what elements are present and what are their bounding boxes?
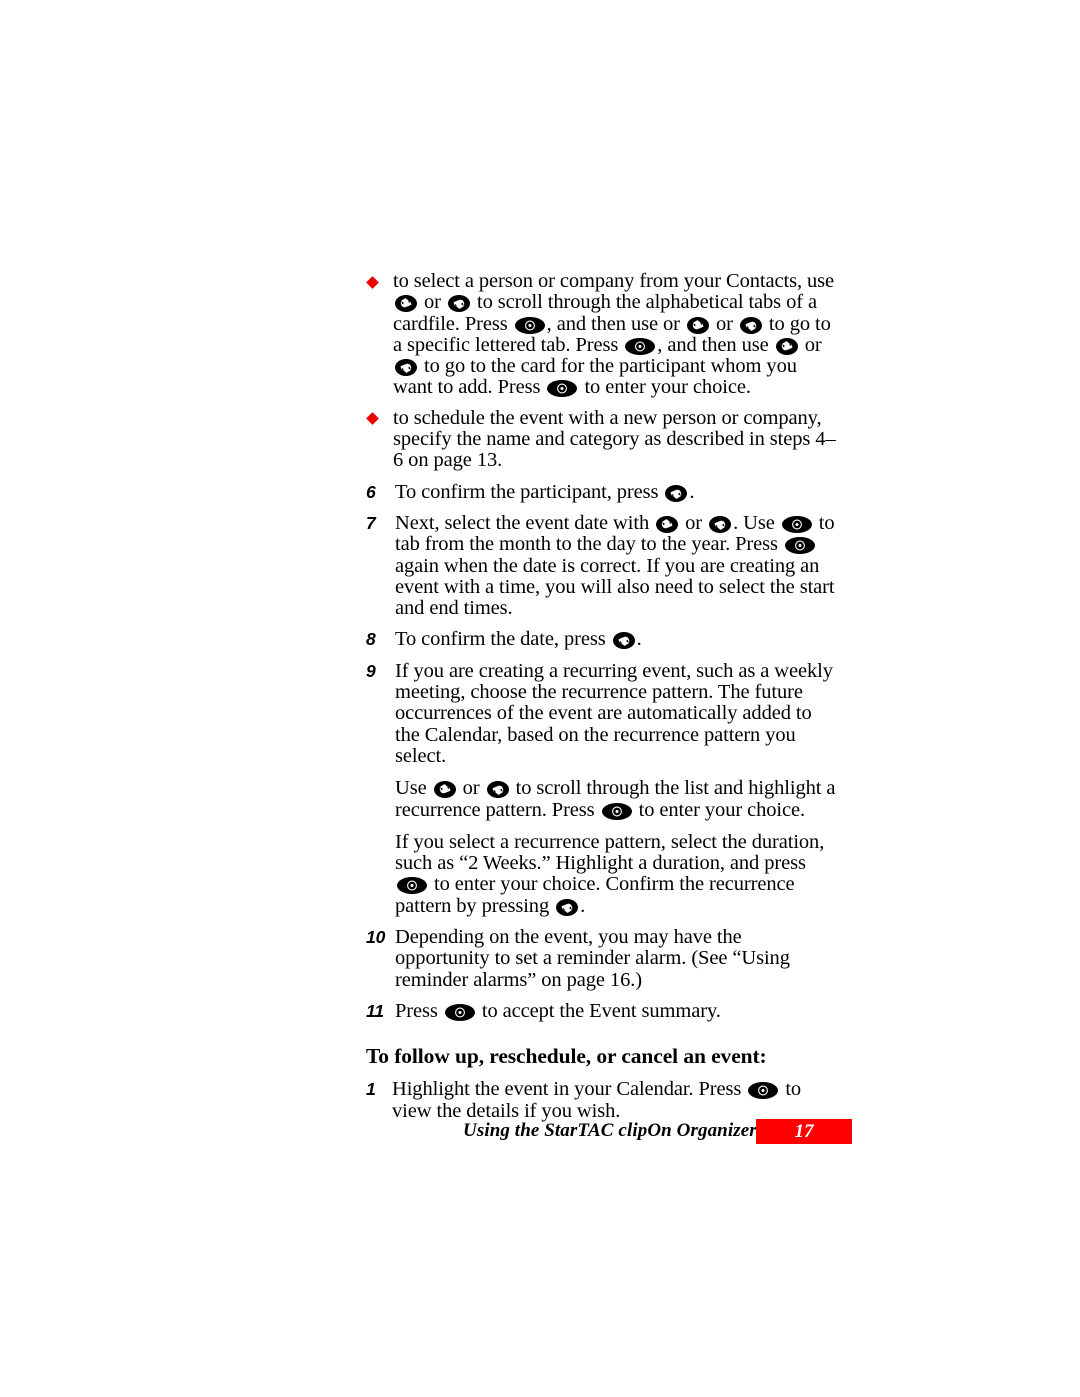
step-number: 8 xyxy=(366,629,376,650)
document-page: to select a person or company from your … xyxy=(0,0,1080,1397)
sub-text-2: or xyxy=(462,777,480,800)
select-enter-key-icon xyxy=(781,515,812,533)
step-11: 11 Press to accept the Event summary. xyxy=(366,999,836,1022)
select-enter-key-icon xyxy=(625,337,656,355)
bullet-text-10: to enter your choice. xyxy=(584,376,751,399)
step-number: 1 xyxy=(366,1079,376,1100)
select-enter-key-icon xyxy=(397,877,427,895)
sub-text-7: . xyxy=(580,894,586,917)
select-enter-key-icon xyxy=(514,316,545,334)
scroll-down-key-icon xyxy=(656,515,679,533)
scroll-down-key-icon xyxy=(775,337,798,355)
bullet-text-4: , and then use xyxy=(546,312,658,335)
step-text-1: Press xyxy=(395,999,438,1022)
footer-title: Using the StarTAC clipOn Organizer xyxy=(463,1120,757,1141)
step-text-end: . xyxy=(636,628,642,651)
select-enter-key-icon xyxy=(444,1003,475,1021)
step-text-1: If you are creating a recurring event, s… xyxy=(395,659,833,767)
diamond-bullet-icon xyxy=(366,412,379,426)
bullet-text-7: , and then use xyxy=(657,333,769,356)
diamond-bullet-icon xyxy=(366,275,379,289)
step-text-2: or xyxy=(685,511,703,534)
scroll-up-key-icon xyxy=(447,295,470,313)
bullet-text: to schedule the event with a new person … xyxy=(393,406,836,472)
bullet-text-2: or xyxy=(424,291,441,314)
step-text-3: . Use xyxy=(733,511,775,534)
scroll-up-key-icon xyxy=(556,898,579,916)
page-footer: Using the StarTAC clipOn Organizer 17 xyxy=(0,1118,1080,1152)
step-9-sub-paragraph-1: Use or to scroll through the list and hi… xyxy=(366,778,836,821)
step-9-sub-paragraph-2: If you select a recurrence pattern, sele… xyxy=(366,830,836,917)
bullet-text-8: or xyxy=(804,333,822,356)
bullet-text-1: to select a person or company from your … xyxy=(393,270,835,292)
step-9: 9 If you are creating a recurring event,… xyxy=(366,659,836,767)
step-text-1: Highlight the event in your Calendar. Pr… xyxy=(392,1078,742,1101)
scroll-down-key-icon xyxy=(395,295,417,313)
step-number: 6 xyxy=(366,481,376,502)
step-number: 7 xyxy=(366,512,376,533)
scroll-up-key-icon xyxy=(739,316,762,334)
step-text-2: to accept the Event summary. xyxy=(481,999,721,1022)
step-10: 10 Depending on the event, you may have … xyxy=(366,926,836,991)
step-text-5: again when the date is correct. If you a… xyxy=(395,554,835,620)
step-number: 10 xyxy=(366,927,386,948)
scroll-down-key-icon xyxy=(433,781,456,799)
page-number-box: 17 xyxy=(756,1119,852,1144)
select-enter-key-icon xyxy=(601,802,632,820)
step-number: 9 xyxy=(366,660,376,681)
step-7: 7 Next, select the event date with or . … xyxy=(366,511,836,620)
scroll-up-key-icon xyxy=(486,781,509,799)
scroll-up-key-icon xyxy=(395,359,417,377)
step-8: 8 To confirm the date, press . xyxy=(366,629,836,650)
page-number: 17 xyxy=(794,1121,814,1142)
scroll-up-key-icon xyxy=(709,515,732,533)
select-enter-key-icon xyxy=(748,1082,779,1100)
bullet-item-select-contact: to select a person or company from your … xyxy=(366,270,836,399)
follow-up-step-1: 1 Highlight the event in your Calendar. … xyxy=(366,1078,836,1122)
step-text: Depending on the event, you may have the… xyxy=(395,926,790,991)
bullet-item-new-person: to schedule the event with a new person … xyxy=(366,406,836,472)
step-text-1: Next, select the event date with xyxy=(395,511,650,534)
page-content: to select a person or company from your … xyxy=(366,262,836,1122)
step-text: To confirm the date, press xyxy=(395,628,606,651)
sub-text-5: If you select a recurrence pattern, sele… xyxy=(395,830,825,875)
sub-text-6: to enter your choice. Confirm the recurr… xyxy=(395,873,795,917)
step-6: 6 To confirm the participant, press . xyxy=(366,480,836,503)
select-enter-key-icon xyxy=(784,537,815,555)
step-number: 11 xyxy=(366,1000,384,1021)
step-text: To confirm the participant, press xyxy=(395,480,659,503)
sub-text-4: to enter your choice. xyxy=(638,798,806,821)
section-heading-follow-up: To follow up, reschedule, or cancel an e… xyxy=(366,1044,767,1069)
scroll-up-key-icon xyxy=(612,632,635,650)
step-text-end: . xyxy=(689,480,695,503)
bullet-text-5: or xyxy=(663,312,680,335)
select-enter-key-icon xyxy=(547,380,578,398)
sub-text-1: Use xyxy=(395,777,427,800)
scroll-up-key-icon xyxy=(665,484,688,502)
scroll-down-key-icon xyxy=(686,316,709,334)
bullet-text-6a: or xyxy=(715,312,733,335)
